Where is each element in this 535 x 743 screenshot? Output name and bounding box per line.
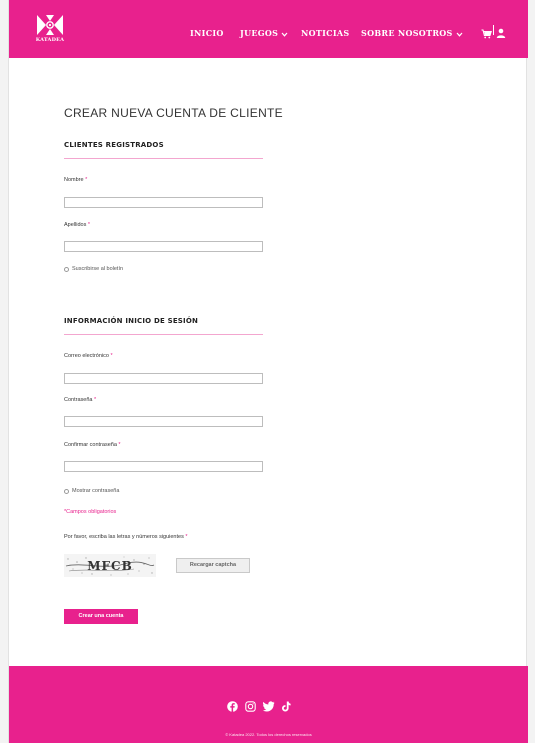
site-header: KATADEA INICIO JUEGOS NOTICIAS SOBRE NOS… bbox=[9, 0, 528, 58]
chevron-down-icon bbox=[281, 30, 288, 37]
twitter-icon[interactable] bbox=[263, 699, 275, 712]
nav-juegos[interactable]: JUEGOS bbox=[240, 28, 288, 38]
site-footer: © Katadea 2022. Todos los derechos reser… bbox=[9, 666, 528, 743]
nav-noticias[interactable]: NOTICIAS bbox=[301, 28, 349, 38]
email-input[interactable] bbox=[64, 373, 263, 384]
confirm-password-label: Confirmar contraseña * bbox=[64, 442, 121, 448]
page: KATADEA INICIO JUEGOS NOTICIAS SOBRE NOS… bbox=[8, 0, 528, 743]
apellidos-input[interactable] bbox=[64, 241, 263, 252]
instagram-icon[interactable] bbox=[245, 699, 256, 712]
social-links bbox=[227, 699, 292, 712]
confirm-password-input[interactable] bbox=[64, 461, 263, 472]
tiktok-icon[interactable] bbox=[281, 699, 292, 712]
show-password-option[interactable]: Mostrar contraseña bbox=[64, 488, 119, 494]
logo-icon bbox=[37, 15, 63, 35]
create-account-button[interactable]: Crear una cuenta bbox=[64, 609, 138, 624]
chevron-down-icon bbox=[456, 30, 463, 37]
logo[interactable]: KATADEA bbox=[33, 13, 67, 45]
section-divider bbox=[64, 334, 263, 335]
captcha-label: Por favor, escriba las letras y números … bbox=[64, 534, 188, 540]
nav-inicio[interactable]: INICIO bbox=[190, 28, 224, 38]
section-title-clientes-registrados: CLIENTES REGISTRADOS bbox=[64, 141, 164, 149]
newsletter-option[interactable]: Suscribirse al boletín bbox=[64, 266, 123, 272]
password-input[interactable] bbox=[64, 416, 263, 427]
page-title: CREAR NUEVA CUENTA DE CLIENTE bbox=[64, 106, 283, 120]
apellidos-label: Apellidos * bbox=[64, 222, 90, 228]
nav-noticias-label: NOTICIAS bbox=[301, 28, 350, 38]
password-label: Contraseña * bbox=[64, 397, 97, 403]
show-password-label: Mostrar contraseña bbox=[72, 488, 120, 494]
nav-sobre-label: SOBRE NOSOTROS bbox=[361, 28, 453, 38]
logo-text: KATADEA bbox=[35, 37, 65, 43]
nombre-label: Nombre * bbox=[64, 177, 88, 183]
user-icon[interactable] bbox=[496, 25, 506, 38]
nav-juegos-label: JUEGOS bbox=[240, 28, 279, 38]
header-divider bbox=[493, 25, 494, 35]
section-title-informacion-inicio-sesion: INFORMACIÓN INICIO DE SESIÓN bbox=[64, 317, 199, 325]
show-password-radio[interactable] bbox=[64, 488, 69, 494]
copyright-text: © Katadea 2022. Todos los derechos reser… bbox=[225, 732, 312, 737]
nav-inicio-label: INICIO bbox=[190, 28, 224, 38]
newsletter-label: Suscribirse al boletín bbox=[72, 266, 124, 272]
reload-captcha-button[interactable]: Recargar captcha bbox=[176, 558, 250, 573]
nav-sobre-nosotros[interactable]: SOBRE NOSOTROS bbox=[361, 28, 463, 38]
facebook-icon[interactable] bbox=[227, 699, 238, 712]
required-fields-note: *Campos obligatorios bbox=[64, 509, 117, 515]
captcha-text: MFCB bbox=[87, 559, 133, 573]
section-divider bbox=[64, 158, 263, 159]
newsletter-radio[interactable] bbox=[64, 266, 69, 272]
captcha-image: MFCB bbox=[64, 554, 156, 577]
email-label: Correo electrónico * bbox=[64, 353, 113, 359]
nombre-input[interactable] bbox=[64, 197, 263, 208]
cart-icon[interactable] bbox=[481, 26, 492, 39]
